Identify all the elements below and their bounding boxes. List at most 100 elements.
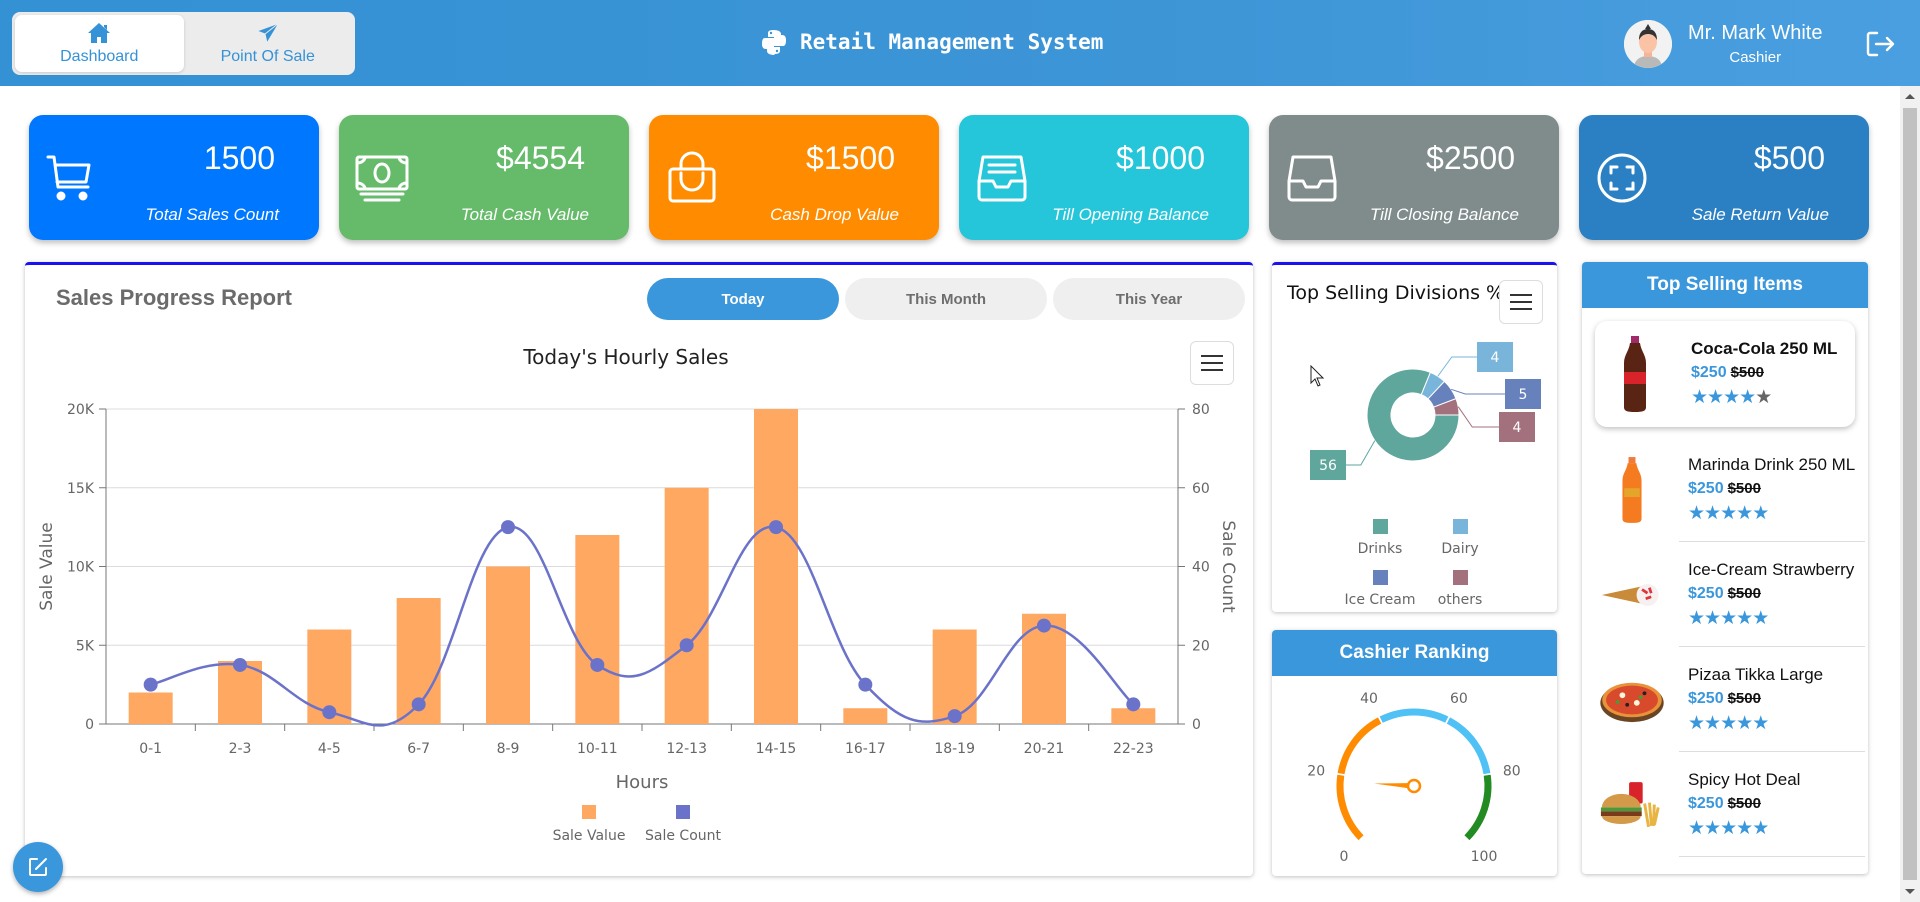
point-sale-count (769, 520, 783, 535)
star-filled-icon: ★ (1752, 502, 1769, 524)
stat-label: Total Sales Count (145, 205, 279, 224)
star-filled-icon: ★ (1688, 502, 1705, 524)
line-sale-count (150, 525, 1135, 727)
x-tick-label: 2-3 (229, 741, 252, 757)
legend-label: Sale Value (553, 828, 626, 844)
star-filled-icon: ★ (1720, 712, 1737, 734)
gauge-band (1336, 774, 1364, 841)
point-sale-count (1126, 697, 1141, 712)
list-item[interactable]: Coca-Cola 250 ML $250 $500 ★★★★★ (1595, 321, 1855, 427)
x-tick-label: 14-15 (756, 741, 797, 757)
legend-label: Drinks (1358, 541, 1403, 557)
logout-icon[interactable] (1864, 28, 1896, 60)
legend-swatch (1373, 570, 1388, 585)
star-filled-icon: ★ (1688, 712, 1705, 734)
nav-dashboard[interactable]: Dashboard (15, 15, 184, 72)
list-item[interactable]: Pizaa Tikka Large $250 $500 ★★★★★ (1582, 647, 1868, 752)
y2-tick-label: 20 (1192, 638, 1210, 654)
bar-sale-value (128, 692, 173, 724)
cart-icon (46, 155, 91, 201)
cashier-ranking-gauge: 0 20 40 60 80 100 (1307, 691, 1520, 865)
stat-label: Till Opening Balance (1052, 205, 1209, 224)
floating-edit-button[interactable] (13, 842, 63, 892)
app-title-text: Retail Management System (800, 30, 1104, 54)
cash-icon (355, 155, 409, 202)
python-logo-icon (762, 30, 786, 55)
home-icon (88, 22, 111, 43)
point-sale-count (590, 657, 605, 672)
stat-card-total-cash-value[interactable]: $4554 Total Cash Value (339, 115, 629, 240)
star-filled-icon: ★ (1736, 502, 1753, 524)
item-price: $250 (1688, 689, 1724, 707)
hourly-sales-chart: 0 5K 10K 15K 20K 0 20 40 60 80 0-1 2-3 4-5 6-7 8-9 10-1… (37, 402, 1238, 844)
legend-swatch (1453, 519, 1468, 534)
gauge-band (1337, 717, 1382, 775)
list-item[interactable]: Spicy Hot Deal $250 $500 ★★★★★ (1582, 752, 1868, 857)
legend-swatch (1373, 519, 1388, 534)
data-label-connector (1451, 388, 1505, 395)
x-tick-label: 12-13 (666, 741, 707, 757)
gauge-tick-label: 40 (1360, 691, 1378, 707)
avatar (1624, 20, 1672, 68)
gauge-tick-label: 0 (1340, 849, 1349, 865)
orange-bottle-image (1592, 450, 1672, 530)
nav-point-of-sale[interactable]: Point Of Sale (184, 15, 353, 72)
y-tick-label: 0 (85, 717, 94, 733)
data-label: 56 (1319, 458, 1337, 474)
scroll-down-arrow-icon[interactable] (1905, 889, 1915, 894)
top-items-list: Coca-Cola 250 ML $250 $500 ★★★★★ Marinda … (1582, 308, 1868, 857)
stat-card-till-opening-balance[interactable]: $1000 Till Opening Balance (959, 115, 1249, 240)
stat-card-total-sales-count[interactable]: 1500 Total Sales Count (29, 115, 319, 240)
user-name: Mr. Mark White (1688, 22, 1823, 44)
divisions-donut-chart: 56 4 5 4 Drinks Dairy Ice Cream others (1310, 342, 1541, 608)
item-price: $250 (1688, 584, 1724, 602)
scroll-up-arrow-icon[interactable] (1905, 94, 1915, 99)
star-filled-icon: ★ (1704, 712, 1721, 734)
data-label: 4 (1513, 420, 1522, 436)
top-items-title: Top Selling Items (1582, 262, 1868, 308)
stat-value: 1500 (203, 140, 275, 176)
scrollbar-thumb[interactable] (1903, 108, 1917, 880)
page-scrollbar[interactable] (1900, 86, 1920, 902)
inbox-tray-icon (1287, 155, 1337, 202)
list-item[interactable]: Ice-Cream Strawberry $250 $500 ★★★★★ (1582, 542, 1868, 647)
stat-card-till-closing-balance[interactable]: $2500 Till Closing Balance (1269, 115, 1559, 240)
main-nav: Dashboard Point Of Sale (12, 12, 355, 75)
stat-card-sale-return-value[interactable]: $500 Sale Return Value (1579, 115, 1869, 240)
point-sale-count (1037, 618, 1051, 633)
y-tick-label: 20K (67, 402, 95, 418)
item-name: Pizaa Tikka Large (1688, 664, 1824, 684)
star-filled-icon: ★ (1720, 502, 1737, 524)
stat-card-cash-drop-value[interactable]: $1500 Cash Drop Value (649, 115, 939, 240)
point-sale-count (233, 657, 247, 672)
star-filled-icon: ★ (1736, 817, 1753, 839)
star-filled-icon: ★ (1704, 817, 1721, 839)
item-old-price: $500 (1730, 364, 1764, 381)
bar-sale-value (486, 566, 530, 724)
x-tick-label: 8-9 (497, 741, 520, 757)
app-title: Retail Management System (760, 28, 1103, 56)
point-sale-count (501, 520, 515, 535)
x-tick-label: 22-23 (1113, 741, 1154, 757)
x-tick-label: 10-11 (577, 741, 618, 757)
star-rating: ★★★★★ (1688, 712, 1823, 735)
star-filled-icon: ★ (1736, 712, 1753, 734)
star-filled-icon: ★ (1720, 817, 1737, 839)
legend-label: others (1438, 592, 1483, 608)
item-old-price: $500 (1727, 584, 1761, 602)
user-role: Cashier (1729, 49, 1782, 66)
y-tick-label: 10K (67, 560, 95, 576)
list-item[interactable]: Marinda Drink 250 ML $250 $500 ★★★★★ (1582, 437, 1868, 542)
mouse-cursor-icon (1310, 365, 1324, 387)
y2-tick-label: 60 (1192, 481, 1210, 497)
user-profile[interactable]: Mr. Mark White Cashier (1624, 20, 1822, 68)
stat-value: $500 (1753, 140, 1825, 176)
star-filled-icon: ★ (1736, 607, 1753, 629)
archive-tray-icon (977, 155, 1027, 202)
user-avatar-icon (1624, 20, 1672, 68)
pizza-image (1592, 660, 1672, 740)
star-filled-icon: ★ (1752, 607, 1769, 629)
point-sale-count (411, 697, 426, 712)
cola-bottle-image (1595, 334, 1675, 414)
stat-value: $1000 (1116, 140, 1205, 176)
